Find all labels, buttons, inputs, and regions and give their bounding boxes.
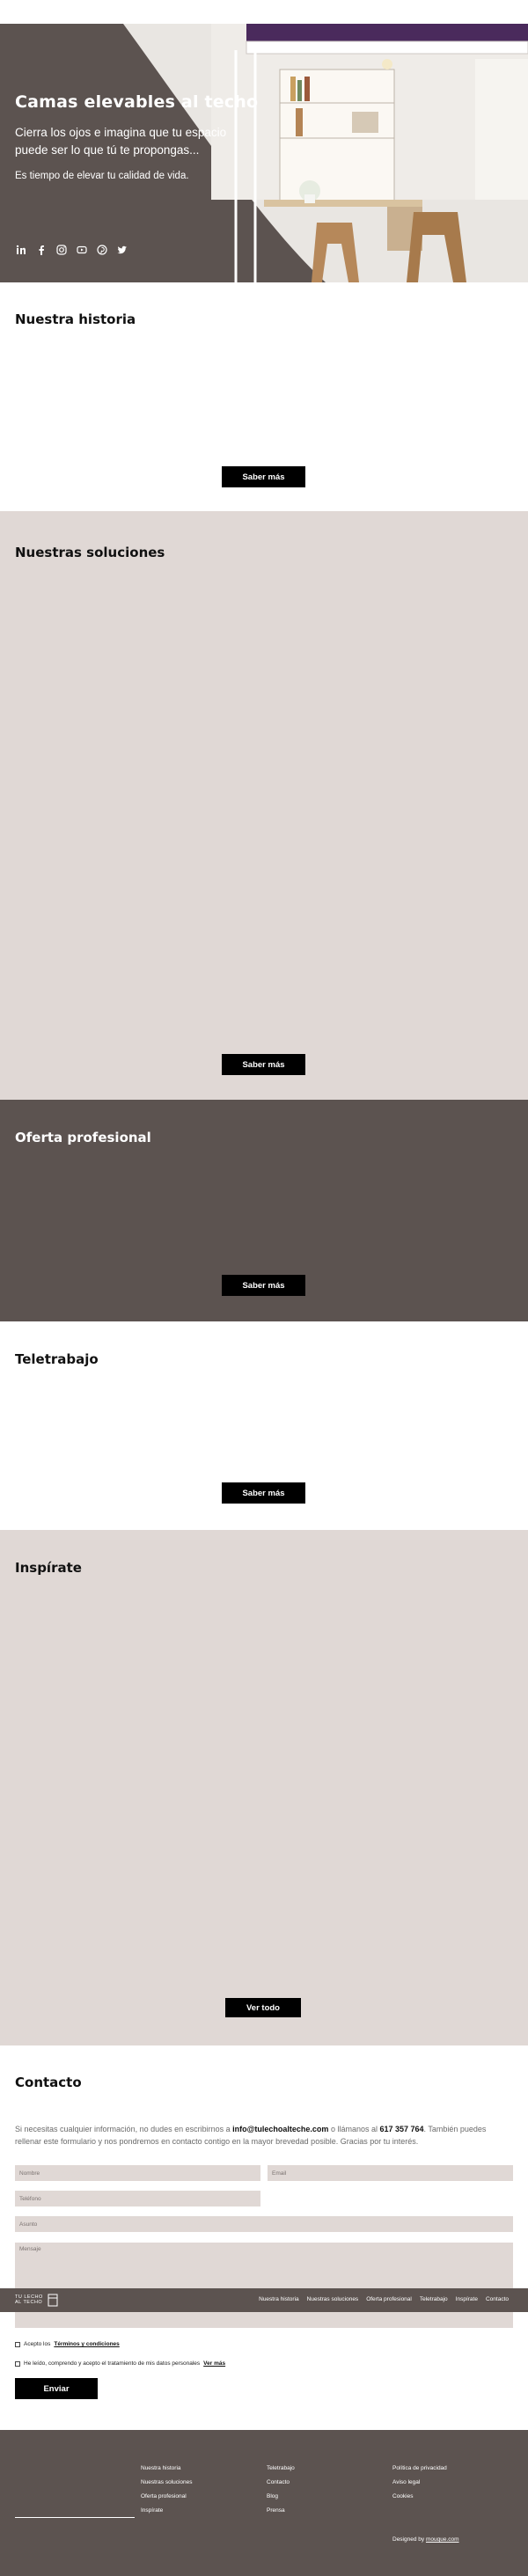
facebook-icon[interactable] [35,244,47,255]
footer: Nuestra historia Nuestras soluciones Ofe… [0,2430,528,2576]
nombre-field[interactable] [15,2165,260,2181]
privacy-consent-row: He leído, comprendo y acepto el tratamie… [15,2360,225,2367]
hero-subtitle: Cierra los ojos e imagina que tu espacio… [15,126,227,157]
nav-teletrabajo[interactable]: Teletrabajo [420,2296,448,2302]
nav-nuestras-soluciones[interactable]: Nuestras soluciones [307,2296,359,2302]
linkedin-icon[interactable] [15,244,26,255]
footer-link[interactable]: Prensa [267,2507,295,2514]
inspirate-ver-todo-button[interactable]: Ver todo [225,1998,301,2017]
contact-email[interactable]: info@tulechoalteche.com [232,2125,328,2133]
bed-logo-icon [48,2294,58,2307]
telefono-field[interactable] [15,2191,260,2206]
footer-link[interactable]: Cookies [392,2493,447,2499]
terms-checkbox[interactable] [15,2341,20,2347]
nav-nuestra-historia[interactable]: Nuestra historia [259,2296,299,2302]
site-logo[interactable]: TU LECHO AL TECHO [15,2294,43,2305]
instagram-icon[interactable] [55,244,67,255]
youtube-icon[interactable] [76,244,87,255]
footer-divider [15,2517,135,2518]
hero-section: Camas elevables al techo Cierra los ojos… [0,24,528,282]
footer-link[interactable]: Inspírate [141,2507,193,2514]
footer-link[interactable]: Nuestra historia [141,2465,193,2471]
footer-col-3: Política de privacidad Aviso legal Cooki… [392,2465,447,2499]
privacy-ver-mas-link[interactable]: Ver más [203,2360,225,2367]
footer-link[interactable]: Oferta profesional [141,2493,193,2499]
inspirate-title: Inspírate [15,1560,82,1576]
contact-phone[interactable]: 617 357 764 [379,2125,423,2133]
hero-tagline: Es tiempo de elevar tu calidad de vida. [15,171,189,181]
historia-saber-mas-button[interactable]: Saber más [222,466,305,487]
enviar-button[interactable]: Enviar [15,2378,98,2399]
designer-link[interactable]: mouque.com [426,2536,459,2543]
hero-title: Camas elevables al techo [15,92,259,112]
nav-contacto[interactable]: Contacto [486,2296,509,2302]
twitter-icon[interactable] [116,244,128,255]
contacto-section: Contacto [0,2045,528,2430]
contact-intro-text: Si necesitas cualquier información, no d… [15,2125,233,2133]
oferta-saber-mas-button[interactable]: Saber más [222,1275,305,1296]
teletrabajo-section: Teletrabajo Saber más [0,1321,528,1530]
footer-link[interactable]: Contacto [267,2479,295,2485]
nav-inspirate[interactable]: Inspírate [456,2296,478,2302]
contact-intro-text: o llámanos al [328,2125,380,2133]
oferta-section: Oferta profesional Saber más [0,1100,528,1321]
historia-title: Nuestra historia [15,311,136,327]
soluciones-section: Nuestras soluciones Saber más [0,511,528,1100]
terms-link[interactable]: Términos y condiciones [54,2341,119,2347]
sticky-navbar: TU LECHO AL TECHO Nuestra historia Nuest… [0,2288,528,2312]
footer-link[interactable]: Nuestras soluciones [141,2479,193,2485]
terms-label: Acepto los [24,2341,51,2347]
designed-by: Designed by mouque.com [392,2536,459,2543]
nav-oferta-profesional[interactable]: Oferta profesional [366,2296,412,2302]
contacto-title: Contacto [15,2075,82,2090]
footer-link[interactable]: Blog [267,2493,295,2499]
soluciones-saber-mas-button[interactable]: Saber más [222,1054,305,1075]
privacy-checkbox[interactable] [15,2360,20,2367]
teletrabajo-saber-mas-button[interactable]: Saber más [222,1482,305,1504]
designed-by-label: Designed by [392,2536,426,2543]
footer-link[interactable]: Política de privacidad [392,2465,447,2471]
oferta-title: Oferta profesional [15,1130,151,1145]
terms-consent-row: Acepto los Términos y condiciones [15,2341,120,2347]
asunto-field[interactable] [15,2216,513,2232]
pinterest-icon[interactable] [96,244,107,255]
mensaje-field[interactable] [15,2243,513,2328]
footer-link[interactable]: Aviso legal [392,2479,447,2485]
soluciones-title: Nuestras soluciones [15,545,165,560]
inspirate-section: Inspírate Ver todo [0,1530,528,2045]
contact-intro: Si necesitas cualquier información, no d… [15,2123,513,2148]
nav-links: Nuestra historia Nuestras soluciones Ofe… [259,2296,509,2302]
teletrabajo-title: Teletrabajo [15,1351,99,1367]
social-links [15,244,128,255]
footer-col-1: Nuestra historia Nuestras soluciones Ofe… [141,2465,193,2514]
top-strip [0,0,528,24]
footer-link[interactable]: Teletrabajo [267,2465,295,2471]
historia-section: Nuestra historia Saber más [0,282,528,511]
logo-line-2: AL TECHO [15,2300,43,2305]
privacy-label: He leído, comprendo y acepto el tratamie… [24,2360,201,2367]
email-field[interactable] [268,2165,513,2181]
footer-col-2: Teletrabajo Contacto Blog Prensa [267,2465,295,2514]
